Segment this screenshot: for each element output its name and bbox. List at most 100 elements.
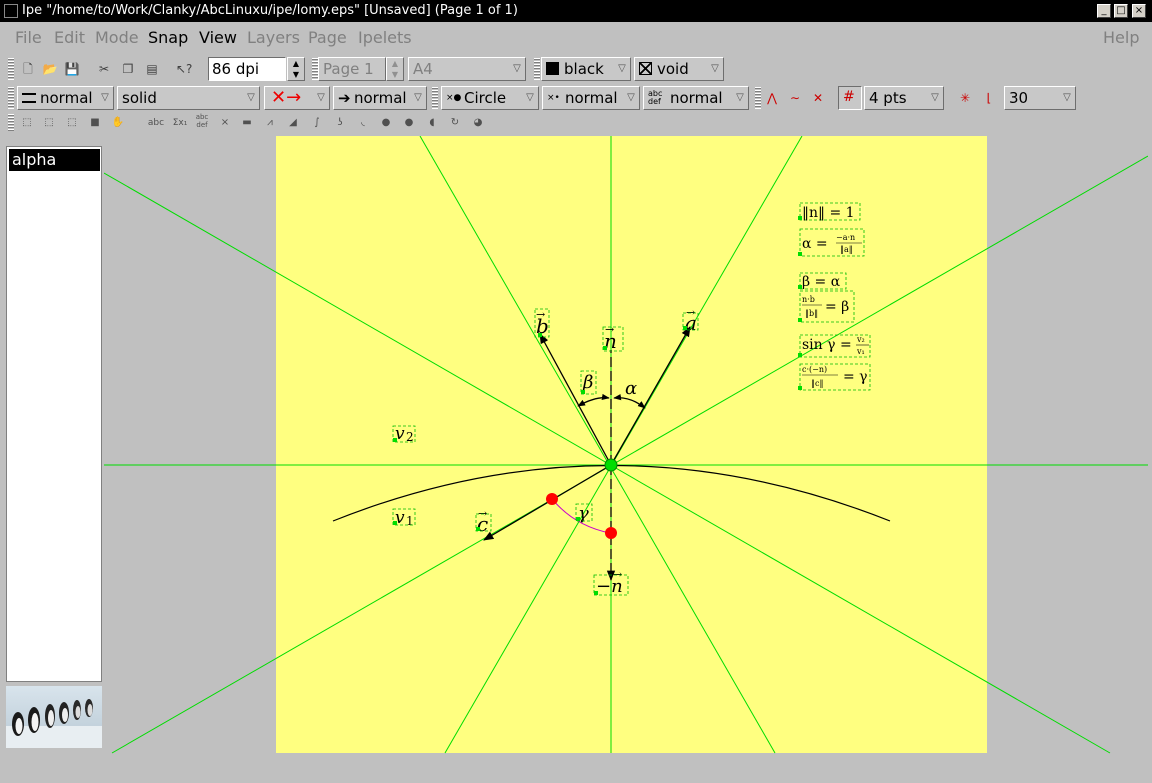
menu-bar: File Edit Mode Snap View Layers Page Ipe… (0, 22, 1152, 52)
pen-width-icon (22, 93, 36, 103)
toolbar-grip[interactable] (755, 87, 761, 109)
title-bar: Ipe "/home/to/Work/Clanky/AbcLinuxu/ipe/… (0, 0, 1152, 22)
menu-snap[interactable]: Snap (148, 28, 188, 47)
mark-shape-icon: ×● (446, 93, 462, 103)
formula-norm-n: ‖n‖ = 1 (802, 205, 855, 221)
stroke-color-select[interactable]: black ▽ (541, 57, 631, 81)
pen-width-select[interactable]: normal ▽ (17, 86, 114, 110)
menu-mode[interactable]: Mode (95, 28, 139, 47)
window-title: Ipe "/home/to/Work/Clanky/AbcLinuxu/ipe/… (22, 3, 518, 18)
arc-3pt-tool-icon[interactable]: ↻ (448, 116, 462, 130)
circle-3pt-tool-icon[interactable]: ● (402, 116, 416, 130)
drawing-canvas[interactable]: b → n → a → β α v 2 v 1 c → γ −n → ‖n‖ =… (104, 136, 1148, 776)
chevron-down-icon: ▽ (247, 92, 255, 103)
label-alpha: α (625, 378, 637, 399)
open-file-icon[interactable]: 📂 (42, 61, 58, 77)
spline-tool-icon[interactable]: ∫ (310, 116, 324, 130)
math-tool-icon[interactable]: Σx₁ (170, 116, 190, 130)
toolbar-grip[interactable] (534, 58, 540, 80)
status-bar (0, 776, 1152, 783)
snap-vertex-icon[interactable]: ⋀ (764, 90, 780, 106)
formula-beta-numerator: n·b (802, 295, 815, 304)
pen-width-value: normal (40, 89, 93, 107)
close-button[interactable]: × (1132, 4, 1146, 18)
menu-view[interactable]: View (199, 28, 237, 47)
grid-icon: # (843, 89, 855, 105)
mark-size-select[interactable]: ×• normal ▽ (542, 86, 640, 110)
zoom-field[interactable]: 86 dpi (208, 57, 286, 81)
toolbar-grip[interactable] (432, 87, 438, 109)
mark-shape-select[interactable]: ×● Circle ▽ (441, 86, 539, 110)
chevron-down-icon: ▽ (618, 63, 626, 74)
text-size-value: normal (670, 89, 723, 107)
vector-arrow-icon: → (605, 323, 614, 336)
new-file-icon[interactable]: 🗋 (20, 61, 36, 77)
menu-help[interactable]: Help (1103, 28, 1139, 47)
save-file-icon[interactable]: 💾 (64, 61, 80, 77)
snap-intersection-icon[interactable]: ✕ (810, 90, 826, 106)
pan-tool-icon[interactable]: ✋ (111, 116, 125, 130)
fill-color-select[interactable]: void ▽ (634, 57, 724, 81)
dash-style-value: solid (122, 89, 157, 107)
splinegon-tool-icon[interactable]: ʖ (333, 116, 347, 130)
arrow-size-select[interactable]: ➔ normal ▽ (333, 86, 427, 110)
arrow-size-value: normal (354, 89, 407, 107)
origin-mark (604, 458, 618, 472)
menu-edit[interactable]: Edit (54, 28, 85, 47)
layer-item-alpha[interactable]: alpha (9, 149, 100, 171)
paragraph-tool-icon[interactable]: abc def (193, 113, 211, 129)
toolbar-tools: ⬚ ⬚ ⬚ ■ ✋ abc Σx₁ abc def × ▬ ⩘ ◢ ∫ ʖ ◟ … (0, 112, 1152, 134)
dash-style-select[interactable]: solid ▽ (117, 86, 260, 110)
mark-tool-icon[interactable]: × (218, 116, 232, 130)
toolbar-grip[interactable] (8, 58, 14, 80)
ink-tool-icon[interactable]: ◕ (471, 116, 485, 130)
circle-arc-tool-icon[interactable]: ◖ (425, 116, 439, 130)
copy-icon[interactable]: ❐ (120, 61, 136, 77)
page-spinner[interactable]: ▲ ▼ (386, 57, 404, 81)
mark-size-icon: ×• (547, 93, 560, 103)
text-tool-icon[interactable]: abc (147, 116, 165, 130)
menu-page[interactable]: Page (308, 28, 347, 47)
snap-angular-icon[interactable]: ✳ (957, 90, 973, 106)
select-tool-icon[interactable]: ⬚ (20, 116, 34, 130)
chevron-down-icon: ▽ (1063, 92, 1071, 103)
toolbar-grip[interactable] (8, 87, 14, 109)
no-arrow-icon: ✕→ (271, 87, 302, 108)
snap-grid-toggle[interactable]: # (838, 86, 862, 110)
circle-tool-icon[interactable]: ● (379, 116, 393, 130)
stretch-tool-icon[interactable]: ■ (88, 116, 102, 130)
toolbar-grip[interactable] (8, 114, 14, 132)
rotate-tool-icon[interactable]: ⬚ (65, 116, 79, 130)
penguin-thumbnail (6, 686, 102, 748)
polyline-tool-icon[interactable]: ⩘ (263, 116, 277, 130)
help-pointer-icon[interactable]: ↖? (176, 61, 192, 77)
snap-boundary-icon[interactable]: ∼ (787, 90, 803, 106)
menu-layers[interactable]: Layers (247, 28, 300, 47)
fill-color-value: void (657, 60, 689, 78)
page-field[interactable]: Page 1 (318, 57, 386, 81)
page-area (276, 136, 987, 753)
snap-distance-select[interactable]: 4 pts ▽ (864, 86, 944, 110)
paste-icon[interactable]: ▤ (144, 61, 160, 77)
formula-alpha-denominator: ‖a‖ (840, 245, 853, 254)
menu-file[interactable]: File (15, 28, 42, 47)
chevron-down-icon: ▽ (526, 92, 534, 103)
cut-icon[interactable]: ✂ (96, 61, 112, 77)
menu-ipelets[interactable]: Ipelets (358, 28, 412, 47)
polygon-tool-icon[interactable]: ◢ (286, 116, 300, 130)
arrow-toggle-select[interactable]: ✕→ ▽ (264, 86, 330, 110)
translate-tool-icon[interactable]: ⬚ (42, 116, 56, 130)
formula-beta-denominator: ‖b‖ (805, 309, 818, 318)
zoom-spinner[interactable]: ▲ ▼ (287, 57, 305, 81)
paper-size-value: A4 (413, 60, 433, 78)
text-size-select[interactable]: abc def normal ▽ (643, 86, 749, 110)
app-icon[interactable] (4, 4, 18, 18)
minimize-button[interactable]: _ (1097, 4, 1111, 18)
paper-size-select[interactable]: A4 ▽ (408, 57, 526, 81)
toolbar-properties: normal ▽ solid ▽ ✕→ ▽ ➔ normal ▽ ×● Circle ▽ ×•… (0, 84, 1152, 112)
arc-tool-icon[interactable]: ◟ (356, 116, 370, 130)
angle-select[interactable]: 30 ▽ (1004, 86, 1076, 110)
maximize-button[interactable]: □ (1114, 4, 1128, 18)
rectangle-tool-icon[interactable]: ▬ (240, 116, 254, 130)
snap-auto-angular-icon[interactable]: ⌊ (981, 90, 997, 106)
